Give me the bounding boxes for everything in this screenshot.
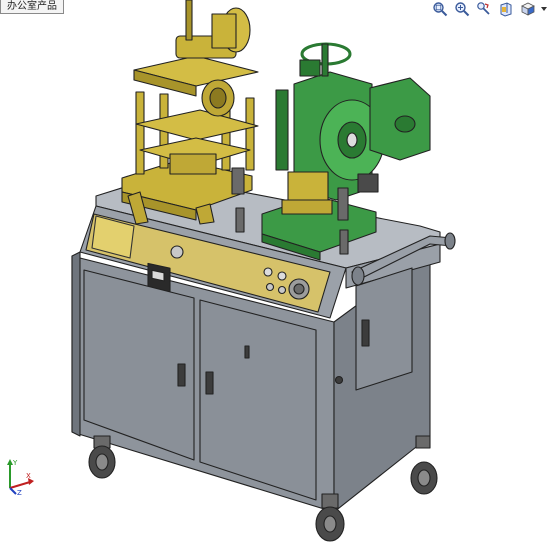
x-axis-label: X	[26, 472, 31, 480]
start-button-center	[293, 283, 305, 295]
yellow-mid-plate	[135, 109, 259, 141]
panel-latch	[244, 345, 250, 359]
side-lock	[334, 375, 344, 385]
model-viewport[interactable]	[0, 0, 549, 556]
indicator-light-2	[277, 271, 287, 281]
x-axis-icon	[9, 481, 31, 489]
z-axis-label: Z	[17, 489, 22, 496]
small-button-1	[265, 282, 275, 292]
axis-triad: X Y Z	[7, 459, 34, 496]
side-door-handle	[361, 319, 370, 347]
indicator-light-1	[263, 267, 273, 277]
z-axis-icon	[9, 487, 17, 495]
panel-knob	[170, 245, 184, 259]
y-axis-label: Y	[12, 459, 18, 467]
machine-assembly	[71, 0, 456, 542]
small-button-2	[277, 285, 287, 295]
left-door-handle	[177, 363, 186, 387]
cabinet-left-strip	[71, 251, 81, 437]
right-door-handle	[205, 371, 214, 395]
green-ram	[287, 171, 329, 205]
